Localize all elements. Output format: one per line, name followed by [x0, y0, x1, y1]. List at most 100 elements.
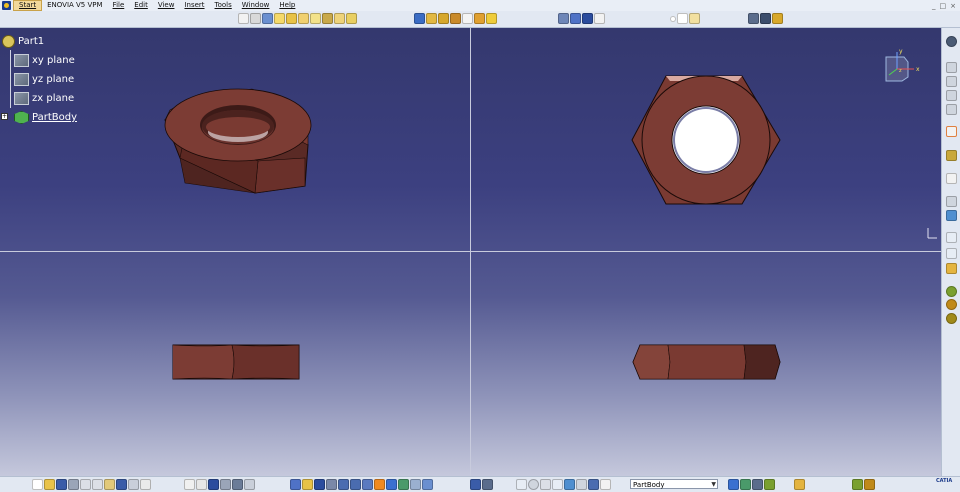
menu-enovia[interactable]: ENOVIA V5 VPM	[42, 0, 107, 11]
menu-help[interactable]: Help	[274, 0, 300, 11]
fly-icon[interactable]	[290, 479, 301, 490]
insert-geoset-icon[interactable]	[740, 479, 751, 490]
3d-viewport[interactable]: Part1 xy plane yz plane zx plane + PartB…	[0, 28, 941, 476]
reference-icon[interactable]	[946, 196, 957, 207]
workbench-icon[interactable]	[946, 36, 957, 47]
view-mode-icon[interactable]	[422, 479, 433, 490]
comment-icon[interactable]	[196, 479, 207, 490]
tree-item-zx-plane[interactable]: zx plane	[2, 89, 77, 108]
part-tools-icon-3[interactable]	[946, 313, 957, 324]
hide-show-icon[interactable]	[398, 479, 409, 490]
point-icon[interactable]	[670, 16, 676, 22]
start-logo-icon[interactable]	[2, 1, 11, 10]
axis-icon[interactable]	[946, 210, 957, 221]
save-icon[interactable]	[56, 479, 67, 490]
grid-icon[interactable]	[582, 13, 593, 24]
axis-tool-icon[interactable]	[540, 479, 551, 490]
constraint-icon[interactable]	[946, 76, 957, 87]
render-style-icon[interactable]	[386, 479, 397, 490]
tree-item-partbody[interactable]: + PartBody	[1, 108, 77, 127]
compass-icon[interactable]: y x z	[880, 48, 920, 84]
body-select-icon[interactable]	[600, 479, 611, 490]
measure-inertia-icon[interactable]	[772, 13, 783, 24]
pan-icon[interactable]	[314, 479, 325, 490]
nut-isometric-view[interactable]	[160, 83, 315, 198]
table-icon[interactable]	[208, 479, 219, 490]
pocket-icon[interactable]	[262, 13, 273, 24]
part-tools-icon-1[interactable]	[946, 286, 957, 297]
open-icon[interactable]	[44, 479, 55, 490]
chamfer-icon[interactable]	[322, 13, 333, 24]
sketcher-icon[interactable]	[946, 150, 957, 161]
sketch-tools-icon[interactable]	[946, 62, 957, 73]
geometry-icon[interactable]	[946, 104, 957, 115]
plane-icon[interactable]	[689, 13, 700, 24]
cut-icon[interactable]	[80, 479, 91, 490]
tool-icon-2[interactable]	[864, 479, 875, 490]
menu-tools[interactable]: Tools	[210, 0, 237, 11]
multi-view-icon[interactable]	[570, 13, 581, 24]
formula-icon[interactable]	[184, 479, 195, 490]
zoom-in-icon[interactable]	[338, 479, 349, 490]
nut-side-view-left[interactable]	[170, 342, 302, 382]
measure-between-icon[interactable]	[748, 13, 759, 24]
repeat-icon[interactable]	[516, 479, 527, 490]
scale-icon[interactable]	[438, 13, 449, 24]
menu-edit[interactable]: Edit	[129, 0, 153, 11]
current-body-select[interactable]: PartBody ▼	[630, 479, 718, 489]
snap-icon[interactable]	[594, 13, 605, 24]
undo-icon[interactable]	[116, 479, 127, 490]
paste-icon[interactable]	[104, 479, 115, 490]
pad-icon[interactable]	[250, 13, 261, 24]
refresh-icon[interactable]	[528, 479, 539, 490]
pattern-icon[interactable]	[426, 13, 437, 24]
analysis-icon[interactable]	[946, 173, 957, 184]
view-iso-icon[interactable]	[558, 13, 569, 24]
catalog-browser-icon[interactable]	[470, 479, 481, 490]
symmetry-icon[interactable]	[486, 13, 497, 24]
tree-item-xy-plane[interactable]: xy plane	[2, 51, 77, 70]
insert-body-icon[interactable]	[728, 479, 739, 490]
menu-window[interactable]: Window	[237, 0, 275, 11]
measure-icon[interactable]	[946, 232, 957, 243]
rotate-body-icon[interactable]	[474, 13, 485, 24]
nut-side-view-right[interactable]	[630, 342, 782, 382]
iso-view-icon[interactable]	[374, 479, 385, 490]
menu-file[interactable]: File	[108, 0, 130, 11]
fillet-icon[interactable]	[310, 13, 321, 24]
new-icon[interactable]	[32, 479, 43, 490]
zoom-out-icon[interactable]	[350, 479, 361, 490]
menu-view[interactable]: View	[153, 0, 180, 11]
line-icon[interactable]	[677, 13, 688, 24]
translate-icon[interactable]	[462, 13, 473, 24]
insert-sketch-icon[interactable]	[752, 479, 763, 490]
part-tools-icon-2[interactable]	[946, 299, 957, 310]
close-button[interactable]: ×	[950, 2, 956, 10]
fit-all-icon[interactable]	[302, 479, 313, 490]
measure-item-icon[interactable]	[760, 13, 771, 24]
tree-root[interactable]: Part1	[2, 32, 77, 51]
restore-button[interactable]: □	[940, 2, 947, 10]
print-icon[interactable]	[68, 479, 79, 490]
layer-stack-icon[interactable]	[588, 479, 599, 490]
apply-material-icon[interactable]	[946, 263, 957, 274]
catalog-icon[interactable]	[220, 479, 231, 490]
parameters-icon[interactable]	[244, 479, 255, 490]
dimension-icon[interactable]	[946, 90, 957, 101]
minimize-button[interactable]: _	[932, 2, 936, 10]
shell-icon[interactable]	[346, 13, 357, 24]
swap-icon[interactable]	[410, 479, 421, 490]
shaft-icon[interactable]	[274, 13, 285, 24]
copy-icon[interactable]	[92, 479, 103, 490]
scale-tool-icon[interactable]	[552, 479, 563, 490]
nut-front-view[interactable]	[630, 73, 785, 208]
filter-icon[interactable]	[576, 479, 587, 490]
annotation-icon[interactable]	[946, 248, 957, 259]
expand-icon[interactable]: +	[1, 113, 8, 120]
draft-icon[interactable]	[334, 13, 345, 24]
select-icon[interactable]	[946, 126, 957, 137]
menu-start[interactable]: Start	[13, 0, 43, 11]
sketch-icon[interactable]	[238, 13, 249, 24]
tree-item-yz-plane[interactable]: yz plane	[2, 70, 77, 89]
help-icon[interactable]	[140, 479, 151, 490]
